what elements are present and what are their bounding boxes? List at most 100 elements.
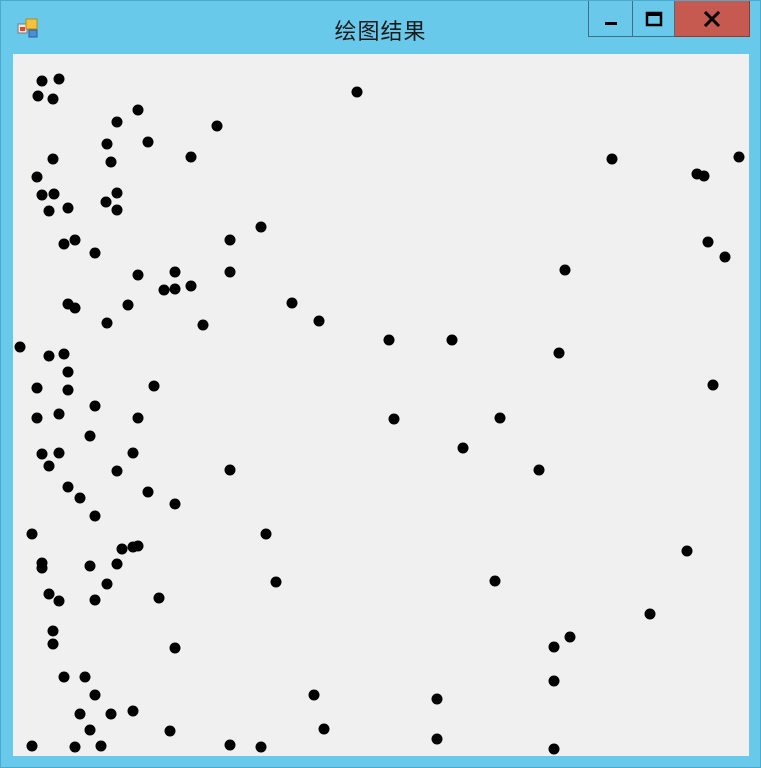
plot-point [211,120,223,132]
maximize-button[interactable] [633,1,675,37]
plot-point [132,412,144,424]
plot-point [169,283,181,295]
plot-point [559,264,571,276]
plot-point [548,675,560,687]
plot-point [43,588,55,600]
plot-point [383,334,395,346]
plot-point [36,562,48,574]
plot-point [89,247,101,259]
plot-point [116,543,128,555]
plot-point [132,540,144,552]
plot-point [84,430,96,442]
plot-point [36,448,48,460]
plot-point [606,153,618,165]
minimize-icon [604,21,617,25]
maximize-icon [645,11,662,26]
plot-point [702,236,714,248]
plot-point [53,447,65,459]
plot-point [31,171,43,183]
plot-point [132,104,144,116]
plot-point [43,205,55,217]
plot-point [260,528,272,540]
plot-point [153,592,165,604]
plot-point [142,486,154,498]
plot-point [185,280,197,292]
plot-point [62,366,74,378]
plot-point [89,689,101,701]
plot-point [127,705,139,717]
plot-point [111,558,123,570]
plot-point [548,641,560,653]
plot-point [62,481,74,493]
plot-point [101,138,113,150]
plot-point [707,379,719,391]
plot-point [101,317,113,329]
plot-point [431,733,443,745]
plot-point [14,341,26,353]
plot-point [105,156,117,168]
plot-point [105,708,117,720]
plot-point [31,412,43,424]
plot-point [79,671,91,683]
plot-point [270,576,282,588]
plot-point [318,723,330,735]
plot-point [89,400,101,412]
plot-point [681,545,693,557]
plot-point [62,202,74,214]
plot-point [36,75,48,87]
plot-point [553,347,565,359]
plot-point [100,196,112,208]
close-icon [703,10,721,27]
plot-point [58,671,70,683]
plot-point [313,315,325,327]
plot-point [132,269,144,281]
plot-point [32,90,44,102]
plot-point [548,743,560,755]
plot-point [47,638,59,650]
plot-point [74,492,86,504]
plot-point [169,498,181,510]
plot-point [95,740,107,752]
plot-point [111,116,123,128]
plot-point [36,189,48,201]
close-button[interactable] [675,1,750,37]
plot-point [169,266,181,278]
plot-point [533,464,545,476]
plot-point [286,297,298,309]
title-bar[interactable]: 绘图结果 [1,1,760,53]
plot-point [111,204,123,216]
plot-point [142,136,154,148]
plot-point [457,442,469,454]
plot-point [733,151,745,163]
scatter-plot [14,73,745,755]
window: 绘图结果 [0,0,761,768]
plot-point [47,625,59,637]
plot-point [431,693,443,705]
plot-point [26,740,38,752]
plot-point [158,284,170,296]
plot-point [69,741,81,753]
plot-point [489,575,501,587]
plot-point [101,578,113,590]
plot-point [224,464,236,476]
plot-point [53,408,65,420]
plot-point [89,510,101,522]
plot-point [48,188,60,200]
plot-point [74,708,86,720]
window-controls [588,1,750,38]
minimize-button[interactable] [588,1,633,37]
plot-point [53,595,65,607]
plot-point [644,608,656,620]
plot-point [388,413,400,425]
plot-point [43,350,55,362]
plot-point [197,319,209,331]
plot-point [26,528,38,540]
plot-point [58,348,70,360]
plot-point [185,151,197,163]
plot-point [224,266,236,278]
plot-point [255,741,267,753]
plot-point [53,73,65,85]
plot-point [47,153,59,165]
plot-point [164,725,176,737]
drawing-canvas[interactable] [13,54,749,756]
